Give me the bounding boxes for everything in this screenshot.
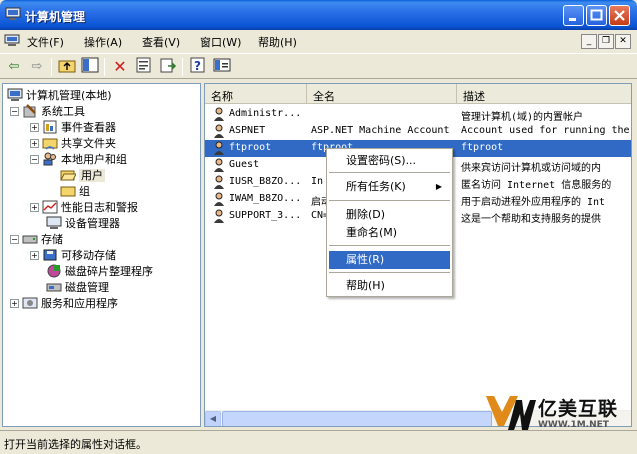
expand-icon[interactable]: +: [30, 250, 39, 260]
export-icon[interactable]: [158, 57, 178, 77]
svg-text:?: ?: [194, 59, 201, 73]
menu-item-set-password[interactable]: 设置密码(S)...: [329, 152, 450, 170]
menu-item-all-tasks[interactable]: 所有任务(K) ▶: [329, 178, 450, 196]
tree-item-performance-logs[interactable]: + 性能日志和警报: [30, 199, 138, 215]
user-icon: [214, 158, 224, 172]
removable-storage-icon: [43, 249, 57, 261]
close-button[interactable]: [609, 5, 630, 26]
tree-item-users[interactable]: 用户: [60, 167, 105, 183]
expand-icon[interactable]: +: [30, 138, 39, 148]
collapse-icon[interactable]: −: [10, 234, 19, 244]
tree-item-removable-storage[interactable]: + 可移动存储: [30, 247, 116, 263]
column-header-name[interactable]: 名称: [205, 84, 307, 104]
properties-icon[interactable]: [134, 57, 154, 77]
collapse-icon[interactable]: −: [10, 106, 19, 116]
console-icon[interactable]: [212, 57, 232, 77]
menu-item-rename[interactable]: 重命名(M): [329, 224, 450, 242]
up-folder-icon[interactable]: [57, 57, 77, 77]
defrag-icon: [47, 264, 61, 278]
mdi-restore-icon[interactable]: ❐: [598, 34, 614, 49]
table-row[interactable]: ASPNET ASP.NET Machine Account Account use…: [205, 123, 631, 140]
expand-icon[interactable]: +: [10, 298, 19, 308]
menu-item-help[interactable]: 帮助(H): [329, 277, 450, 295]
app-menu-icon[interactable]: [4, 34, 20, 47]
expand-icon[interactable]: +: [30, 202, 39, 212]
tree-item-services-apps[interactable]: + 服务和应用程序: [10, 295, 118, 311]
tree-item-storage[interactable]: − 存储: [10, 231, 63, 247]
computer-icon: [7, 88, 23, 101]
scroll-thumb[interactable]: [222, 411, 492, 426]
expand-icon[interactable]: +: [30, 122, 39, 132]
menu-file[interactable]: 文件(F): [27, 34, 64, 50]
maximize-icon: [590, 9, 603, 21]
user-icon: [214, 124, 224, 138]
maximize-button[interactable]: [586, 5, 607, 26]
shared-folder-icon: [42, 138, 58, 150]
user-icon: [214, 141, 224, 155]
show-tree-icon[interactable]: [80, 57, 100, 77]
minimize-button[interactable]: [563, 5, 584, 26]
users-groups-icon: [43, 152, 56, 166]
console-tree[interactable]: 计算机管理(本地) − 系统工具 + 事件查看器 + 共享文件夹 − 本地用户和组 用户…: [2, 83, 201, 427]
brand-url: WWW.1M.NET: [538, 420, 609, 430]
brand-logo-icon: [486, 396, 536, 430]
tree-item-device-manager[interactable]: 设备管理器: [46, 215, 120, 231]
menu-bar: 文件(F) 操作(A) 查看(V) 窗口(W) 帮助(H) _ ❐ ✕: [0, 30, 637, 52]
user-icon: [214, 192, 224, 206]
user-icon: [214, 209, 224, 223]
brand-name: 亿美互联: [538, 398, 619, 420]
tools-icon: [23, 104, 36, 118]
tree-item-computer-management[interactable]: 计算机管理(本地): [7, 87, 112, 103]
tree-item-shared-folders[interactable]: + 共享文件夹: [30, 135, 116, 151]
user-icon: [214, 175, 224, 189]
column-header-fullname[interactable]: 全名: [307, 84, 457, 104]
submenu-arrow-icon: ▶: [435, 182, 442, 191]
minimize-icon: [569, 18, 576, 21]
tree-item-disk-defragmenter[interactable]: 磁盘碎片整理程序: [46, 263, 153, 279]
status-text: 打开当前选择的属性对话框。: [4, 438, 147, 451]
disk-management-icon: [46, 283, 62, 292]
tree-item-local-users-groups[interactable]: − 本地用户和组: [30, 151, 127, 167]
mdi-controls: _ ❐ ✕: [580, 33, 631, 49]
context-menu: 设置密码(S)... 所有任务(K) ▶ 删除(D) 重命名(M) 属性(R) …: [326, 148, 453, 297]
menu-help[interactable]: 帮助(H): [258, 34, 297, 50]
menu-action[interactable]: 操作(A): [84, 34, 122, 50]
tree-item-event-viewer[interactable]: + 事件查看器: [30, 119, 116, 135]
event-viewer-icon: [43, 120, 57, 134]
column-header-description[interactable]: 描述: [457, 84, 631, 104]
collapse-icon[interactable]: −: [30, 154, 39, 164]
window-title: 计算机管理: [25, 10, 86, 24]
menu-item-properties[interactable]: 属性(R): [329, 251, 450, 269]
delete-icon[interactable]: ✕: [110, 57, 130, 77]
folder-open-icon: [60, 170, 76, 181]
title-bar[interactable]: 计算机管理: [0, 0, 637, 30]
tree-item-groups[interactable]: 组: [60, 183, 90, 199]
help-icon[interactable]: ?: [188, 57, 208, 77]
folder-icon: [60, 186, 76, 197]
menu-window[interactable]: 窗口(W): [200, 34, 241, 50]
computer-management-icon: [5, 7, 21, 20]
menu-item-delete[interactable]: 删除(D): [329, 206, 450, 224]
mdi-close-icon[interactable]: ✕: [615, 34, 631, 49]
user-icon: [214, 107, 224, 121]
performance-icon: [42, 200, 58, 214]
close-icon: [614, 10, 625, 21]
services-icon: [22, 297, 38, 309]
forward-icon[interactable]: ⇨: [27, 57, 47, 77]
tree-item-system-tools[interactable]: − 系统工具: [10, 103, 85, 119]
storage-icon: [22, 235, 38, 244]
menu-view[interactable]: 查看(V): [142, 34, 180, 50]
tree-item-disk-management[interactable]: 磁盘管理: [46, 279, 109, 295]
device-manager-icon: [46, 216, 62, 229]
watermark-logo: 亿美互联 WWW.1M.NET: [484, 390, 634, 450]
table-row[interactable]: Administr... 管理计算机(域)的内置帐户: [205, 106, 631, 123]
scroll-left-icon[interactable]: ◀: [205, 411, 221, 426]
mdi-minimize-icon[interactable]: _: [581, 34, 597, 49]
toolbar: ⇦ ⇨ ✕ ?: [0, 53, 637, 79]
back-icon[interactable]: ⇦: [4, 57, 24, 77]
